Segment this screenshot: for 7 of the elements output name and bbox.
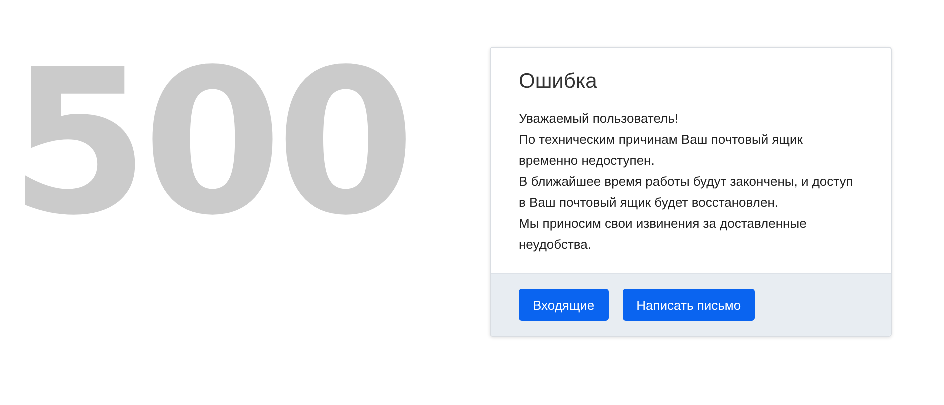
- message-text: В ближайшее время работы будут закончены, и доступ в Ваш почтовый ящик будет восстановлен.: [519, 173, 854, 212]
- card-title: Ошибка: [519, 70, 598, 94]
- inbox-button[interactable]: Входящие: [519, 289, 609, 321]
- compose-button[interactable]: Написать письмо: [622, 289, 756, 321]
- message-text: По техническим причинам Ваш почтовый ящик временно недоступен.: [519, 131, 804, 170]
- message-text: Уважаемый пользователь!: [519, 110, 680, 128]
- message-text: Мы приносим свои извинения за доставленные неудобства.: [519, 215, 808, 254]
